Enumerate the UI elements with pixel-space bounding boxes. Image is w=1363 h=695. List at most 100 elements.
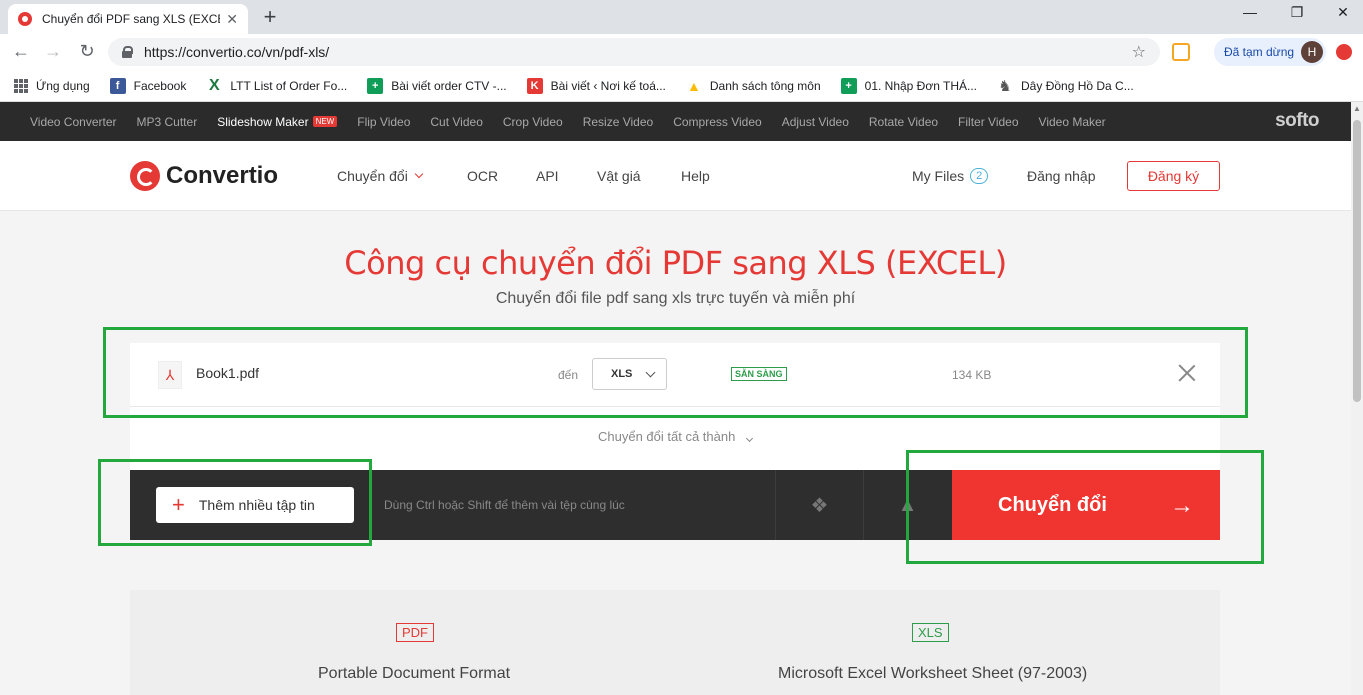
file-name: Book1.pdf	[196, 365, 260, 381]
multi-select-hint: Dùng Ctrl hoặc Shift để thêm vài tệp cùn…	[384, 498, 625, 512]
softo-item-label: Slideshow Maker	[217, 114, 309, 129]
profile-paused-button[interactable]: Đã tạm dừng H	[1214, 38, 1326, 66]
logo-text: Convertio	[166, 162, 279, 189]
bookmark-label: Dây Đồng Hồ Da C...	[1021, 78, 1134, 93]
bookmarks-bar: Ứng dụng f Facebook X LTT List of Order …	[0, 70, 1363, 102]
to-format-name: Microsoft Excel Worksheet Sheet (97-2003…	[778, 665, 1088, 682]
page-title: Công cụ chuyển đổi PDF sang XLS (EXCEL)	[344, 244, 1007, 282]
convert-all-label: Chuyển đổi tất cả thành	[598, 429, 736, 444]
add-files-button[interactable]: + Thêm nhiều tập tin	[156, 487, 354, 523]
chevron-down-icon	[745, 434, 754, 443]
target-format-select[interactable]: XLS	[592, 358, 667, 390]
convertio-logo[interactable]: Convertio	[130, 161, 278, 191]
scrollbar-thumb[interactable]	[1353, 120, 1361, 402]
file-size: 134 KB	[952, 368, 992, 382]
maximize-button[interactable]: ❐	[1277, 4, 1317, 21]
bookmark-star-icon[interactable]: ☆	[1132, 42, 1146, 62]
extension-red-icon[interactable]	[1336, 44, 1352, 60]
softo-rotate-video[interactable]: Rotate Video	[869, 115, 938, 129]
bookmark-label: Bài viết order CTV -...	[391, 78, 507, 93]
softo-mp3-cutter[interactable]: MP3 Cutter	[137, 115, 198, 129]
chevron-down-icon	[645, 367, 656, 378]
target-format-value: XLS	[611, 368, 633, 380]
bookmark-apps[interactable]: Ứng dụng	[14, 78, 90, 93]
convert-all-dropdown[interactable]: Chuyển đổi tất cả thành	[130, 429, 1220, 444]
google-drive-button[interactable]: ▲	[863, 470, 951, 540]
avatar: H	[1301, 41, 1323, 63]
bookmark-label: Facebook	[133, 78, 187, 93]
to-label: đến	[558, 368, 579, 382]
chevron-down-icon	[414, 169, 424, 179]
tab-title: Chuyển đổi PDF sang XLS (EXCEL	[42, 12, 221, 26]
softo-bar: Video Converter MP3 Cutter Slideshow Mak…	[0, 102, 1351, 141]
bookmark-label: LTT List of Order Fo...	[230, 78, 348, 93]
softo-crop-video[interactable]: Crop Video	[503, 115, 563, 129]
softo-filter-video[interactable]: Filter Video	[958, 115, 1018, 129]
status-badge: SẴN SÀNG	[731, 367, 787, 381]
my-files-count-badge: 2	[970, 168, 989, 184]
bookmark-ltt-list[interactable]: X LTT List of Order Fo...	[206, 76, 348, 94]
signup-button[interactable]: Đăng ký	[1127, 161, 1220, 191]
minimize-button[interactable]: —	[1230, 4, 1270, 20]
bookmark-tong-mon[interactable]: ▲ Danh sách tông môn	[686, 78, 821, 94]
facebook-icon: f	[109, 77, 126, 94]
bookmark-order-ctv[interactable]: + Bài viết order CTV -...	[367, 77, 507, 94]
back-button[interactable]: ←	[10, 41, 32, 62]
new-badge: NEW	[312, 116, 338, 127]
address-bar[interactable]: https://convertio.co/vn/pdf-xls/ ☆	[108, 38, 1160, 66]
reload-button[interactable]: ↻	[76, 41, 98, 62]
login-link[interactable]: Đăng nhập	[1027, 168, 1096, 184]
nav-ocr[interactable]: OCR	[467, 168, 498, 184]
file-panel: ⅄ Book1.pdf đến XLS SẴN SÀNG 134 KB Chuy…	[130, 343, 1220, 540]
nav-help[interactable]: Help	[681, 168, 710, 184]
softo-resize-video[interactable]: Resize Video	[583, 115, 654, 129]
bookmark-facebook[interactable]: f Facebook	[109, 77, 187, 94]
from-format-tag: PDF	[396, 623, 434, 642]
scroll-up-icon[interactable]: ▲	[1351, 104, 1363, 113]
softo-slideshow-maker[interactable]: Slideshow Maker NEW	[217, 114, 338, 129]
bookmark-nhap-don[interactable]: + 01. Nhập Đơn THÁ...	[840, 77, 978, 94]
dropbox-icon: ❖	[810, 494, 829, 517]
nav-pricing[interactable]: Vật giá	[597, 168, 641, 184]
convert-button[interactable]: Chuyển đổi →	[952, 470, 1220, 540]
browser-tab[interactable]: Chuyển đổi PDF sang XLS (EXCEL ✕	[8, 4, 248, 34]
horse-icon: ♞	[998, 77, 1012, 95]
bookmark-label: 01. Nhập Đơn THÁ...	[864, 78, 978, 93]
window-close-button[interactable]: ✕	[1323, 4, 1363, 21]
my-files-label: My Files	[912, 168, 965, 184]
pdf-file-icon: ⅄	[158, 361, 182, 389]
convertio-logo-icon	[130, 161, 160, 191]
action-bar: + Thêm nhiều tập tin Dùng Ctrl hoặc Shif…	[130, 470, 1220, 540]
apps-grid-icon	[14, 78, 28, 93]
nav-api[interactable]: API	[536, 168, 559, 184]
page-scrollbar[interactable]: ▲	[1351, 102, 1363, 695]
arrow-right-icon: →	[1170, 492, 1194, 519]
bookmark-ke-toan[interactable]: K Bài viết ‹ Nơi kế toá...	[526, 77, 666, 94]
dropbox-button[interactable]: ❖	[775, 470, 863, 540]
softo-adjust-video[interactable]: Adjust Video	[782, 115, 849, 129]
my-files-link[interactable]: My Files 2	[912, 168, 989, 184]
bookmark-label: Danh sách tông môn	[709, 78, 821, 93]
forward-button[interactable]: →	[42, 41, 64, 62]
add-files-label: Thêm nhiều tập tin	[198, 497, 315, 513]
plus-icon: +	[172, 492, 185, 517]
softo-flip-video[interactable]: Flip Video	[357, 115, 410, 129]
nav-convert[interactable]: Chuyển đổi	[337, 168, 424, 184]
extension-icon[interactable]	[1172, 43, 1190, 61]
softo-logo[interactable]: softo	[1275, 110, 1319, 132]
page-subtitle: Chuyển đổi file pdf sang xls trực tuyến …	[495, 290, 856, 307]
softo-video-maker[interactable]: Video Maker	[1039, 115, 1106, 129]
tab-close-icon[interactable]: ✕	[226, 11, 238, 28]
softo-cut-video[interactable]: Cut Video	[430, 115, 482, 129]
softo-compress-video[interactable]: Compress Video	[673, 115, 762, 129]
excel-x-icon: X	[208, 76, 220, 94]
google-drive-icon: ▲	[897, 493, 918, 516]
bookmark-day-dong-ho[interactable]: ♞ Dây Đồng Hồ Da C...	[997, 77, 1134, 95]
site-header: Convertio Chuyển đổi OCR API Vật giá Hel…	[0, 141, 1351, 211]
softo-video-converter[interactable]: Video Converter	[30, 115, 117, 129]
drive-icon: ▲	[686, 77, 701, 94]
sheets-icon: +	[367, 77, 384, 94]
new-tab-button[interactable]: +	[258, 4, 282, 30]
from-format-name: Portable Document Format	[318, 665, 511, 682]
remove-file-close-icon[interactable]	[1177, 363, 1197, 383]
